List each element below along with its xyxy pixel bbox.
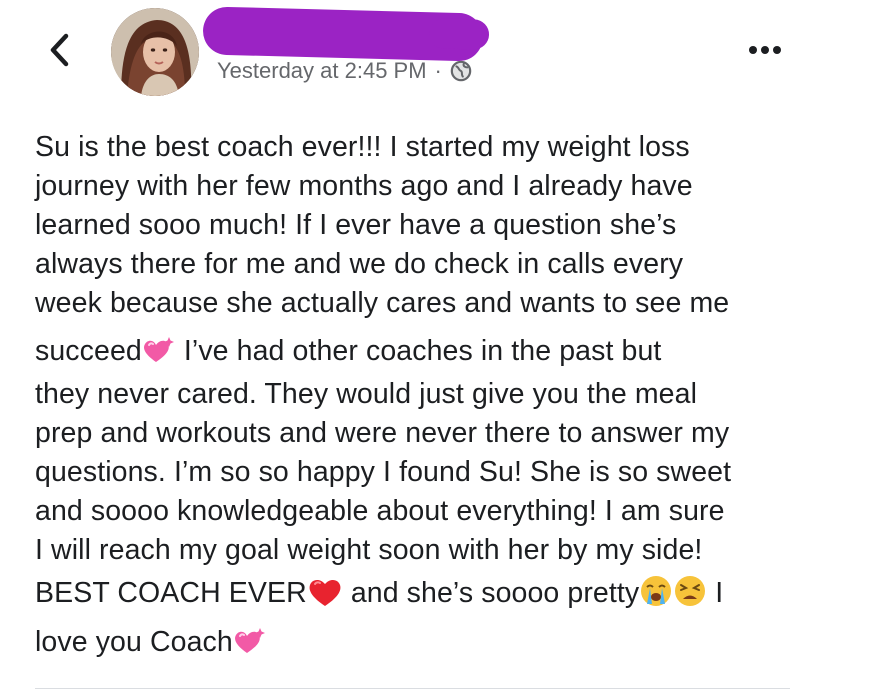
post-line: prep and workouts and were never there t… [35,417,730,449]
post-text-fragment: I’ve had other coaches in the past but [175,335,662,367]
post-line: week because she actually cares and want… [35,287,730,319]
red-heart-icon [307,576,343,608]
chevron-left-icon [50,33,69,67]
facebook-post-screen: Yesterday at 2:45 PM · Su is the best co… [0,0,882,697]
post-meta: Yesterday at 2:45 PM · [217,56,472,86]
post-line: questions. I’m so so happy I found Su! S… [35,456,732,488]
post-line: learned sooo much! If I ever have a ques… [35,209,677,241]
globe-icon[interactable] [450,60,472,82]
timestamp[interactable]: Yesterday at 2:45 PM [217,58,427,84]
post-line: I will reach my goal weight soon with he… [35,534,703,566]
post-line: always there for me and we do check in c… [35,248,684,280]
post-line: Su is the best coach ever!!! I started m… [35,131,690,163]
post-line-with-emoji: love you Coach [35,617,815,667]
sparkling-heart-icon [142,336,176,366]
post-text-fragment: love you Coach [35,626,233,658]
post-text-fragment: succeed [35,335,142,367]
profile-photo [111,8,199,96]
more-horizontal-icon [749,46,757,54]
post-line: they never cared. They would just give y… [35,378,698,410]
sparkling-heart-icon [233,627,267,657]
post-text-fragment: and she’s soooo pretty [342,577,640,609]
post-divider [35,688,790,689]
post-text-fragment: I [707,577,724,609]
more-dot [761,46,769,54]
tired-face-icon [673,574,707,608]
loudly-crying-face-icon [639,574,673,608]
more-options-button[interactable] [740,36,790,64]
avatar[interactable] [111,8,199,96]
author-name-redaction [202,6,484,62]
back-button[interactable] [38,28,82,72]
post-line-with-emoji: succeed I’ve had other coaches in the pa… [35,328,815,375]
post-text-fragment: BEST COACH EVER [35,577,307,609]
post-text: Su is the best coach ever!!! I started m… [35,128,815,667]
post-line: journey with her few months ago and I al… [35,170,693,202]
post-line-with-emoji: BEST COACH EVER and she’s soooo pretty I [35,570,815,617]
post-line: and soooo knowledgeable about everything… [35,495,725,527]
post-header: Yesterday at 2:45 PM · [0,0,882,110]
more-dot [773,46,781,54]
meta-separator: · [434,58,442,83]
